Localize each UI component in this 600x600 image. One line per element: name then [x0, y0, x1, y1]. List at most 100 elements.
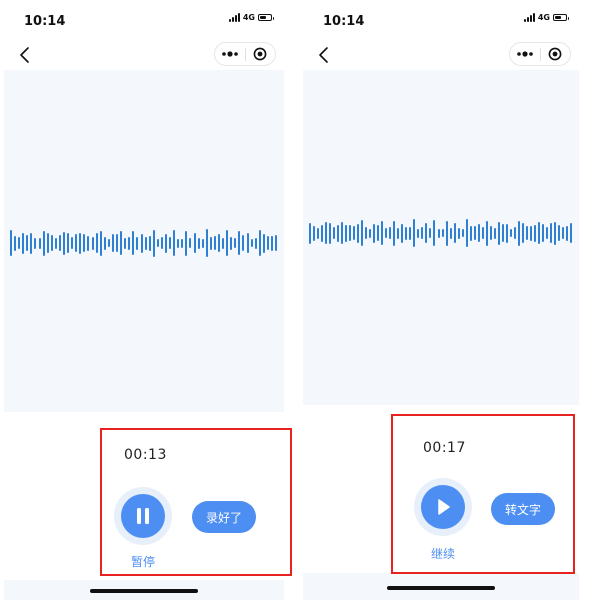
waveform-bar: [30, 232, 33, 254]
resume-button[interactable]: [414, 478, 472, 536]
waveform-bar: [197, 237, 200, 249]
waveform-bar: [201, 238, 204, 248]
waveform-bar: [181, 238, 184, 248]
waveform-bar: [177, 238, 180, 248]
close-target-icon: [548, 47, 562, 61]
waveform-bar: [361, 220, 364, 246]
waveform-bar: [341, 222, 344, 244]
pause-label: 暂停: [130, 555, 155, 569]
waveform-bar: [222, 237, 225, 249]
close-mini-program-button[interactable]: [246, 43, 276, 65]
waveform-bar: [529, 225, 532, 241]
waveform-bar: [417, 228, 420, 238]
waveform-bar: [393, 220, 396, 246]
recording-controls: 00:13 暂停 录好了: [4, 412, 284, 580]
waveform-bar: [132, 231, 135, 255]
waveform-bar: [38, 237, 41, 249]
waveform-bar: [533, 224, 536, 242]
waveform-bar: [193, 233, 196, 253]
waveform-bar: [570, 223, 573, 243]
waveform-bar: [164, 233, 167, 253]
waveform-bar: [83, 234, 86, 252]
audio-waveform: [309, 215, 573, 251]
back-button[interactable]: [16, 44, 36, 66]
waveform-bar: [107, 239, 110, 247]
waveform-bar: [566, 225, 568, 241]
pause-button[interactable]: [114, 487, 172, 545]
more-dots-icon: [221, 51, 238, 57]
waveform-bar: [425, 223, 428, 243]
close-mini-program-button[interactable]: [541, 43, 571, 65]
waveform-bar: [325, 222, 328, 244]
waveform-bar: [469, 225, 472, 241]
waveform-bar: [46, 233, 49, 253]
waveform-bar: [156, 239, 159, 247]
home-indicator: [90, 589, 198, 593]
signal-icon: [523, 13, 535, 22]
home-indicator: [387, 586, 495, 590]
back-chevron-icon: [319, 47, 328, 63]
waveform-bar: [95, 233, 98, 253]
back-button[interactable]: [315, 44, 335, 66]
waveform-bar: [258, 230, 261, 256]
waveform-bar: [513, 227, 516, 239]
waveform-bar: [242, 235, 245, 251]
recording-timer: 00:17: [423, 440, 466, 456]
waveform-bar: [505, 223, 508, 243]
transcribe-button[interactable]: 转文字: [491, 493, 555, 525]
waveform-bar: [22, 232, 25, 254]
waveform-bar: [497, 221, 500, 245]
waveform-bar: [67, 233, 70, 253]
waveform-bar: [71, 237, 74, 249]
waveform-bar: [87, 235, 90, 251]
more-dots-icon: [516, 51, 533, 57]
waveform-bar: [217, 234, 220, 252]
waveform-bar: [389, 227, 392, 239]
waveform-bar: [385, 228, 388, 238]
waveform-bar: [321, 224, 324, 242]
waveform-bar: [136, 236, 139, 250]
battery-icon: [553, 14, 569, 21]
bottom-strip: [303, 573, 579, 600]
status-indicators: 4G: [228, 13, 274, 22]
pause-button-circle: [121, 494, 165, 538]
waveform-bar: [337, 224, 340, 242]
waveform-bar: [313, 225, 316, 241]
pause-icon: [137, 508, 149, 524]
waveform-bar: [50, 235, 53, 251]
nav-bar: [4, 40, 284, 70]
close-target-icon: [253, 47, 267, 61]
waveform-bar: [275, 235, 278, 251]
battery-icon: [258, 14, 274, 21]
waveform-bar: [377, 225, 380, 241]
waveform-bar: [63, 231, 66, 255]
waveform-bar: [381, 221, 384, 245]
waveform-bar: [18, 237, 21, 249]
waveform-bar: [473, 226, 476, 240]
waveform-bar: [317, 227, 320, 239]
waveform-bar: [34, 237, 37, 249]
more-button[interactable]: [510, 43, 540, 65]
bottom-strip: [4, 580, 284, 600]
waveform-bar: [148, 235, 151, 251]
waveform-bar: [493, 227, 496, 239]
finish-recording-button[interactable]: 录好了: [192, 501, 256, 533]
waveform-bar: [309, 222, 311, 244]
recording-controls: 00:17 继续 转文字: [303, 405, 579, 580]
mini-program-capsule: [509, 42, 571, 66]
waveform-bar: [79, 232, 82, 254]
waveform-bar: [226, 230, 229, 256]
waveform-bar: [173, 230, 176, 256]
waveform-bar: [349, 225, 352, 241]
waveform-bar: [254, 237, 257, 249]
more-button[interactable]: [215, 43, 245, 65]
waveform-bar: [234, 238, 237, 248]
waveform-bar: [501, 224, 504, 242]
waveform-bar: [525, 226, 528, 240]
waveform-bar: [185, 230, 188, 256]
waveform-bar: [230, 236, 233, 250]
waveform-bar: [401, 223, 404, 243]
status-time: 10:14: [323, 14, 365, 29]
waveform-bar: [445, 220, 448, 246]
waveform-bar: [521, 223, 524, 243]
